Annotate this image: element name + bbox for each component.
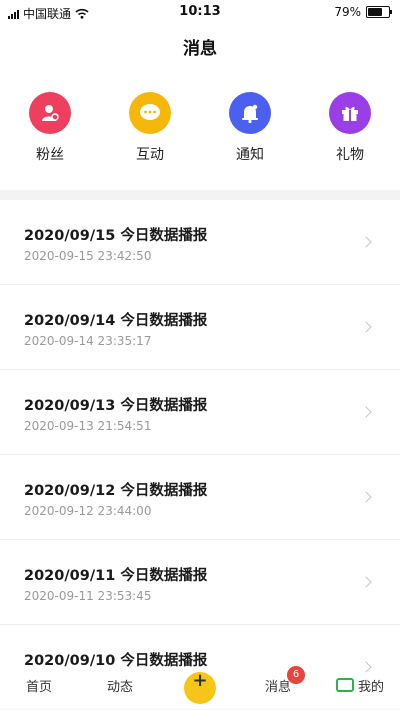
chevron-right-icon	[360, 236, 372, 248]
chevron-right-icon	[360, 576, 372, 588]
chevron-right-icon	[360, 406, 372, 418]
message-list: 2020/09/15 今日数据播报 2020-09-15 23:42:50 20…	[0, 200, 400, 710]
category-label: 互动	[136, 147, 164, 163]
fans-icon	[29, 92, 71, 134]
message-time: 2020-09-11 23:53:45	[24, 589, 152, 603]
chevron-right-icon	[360, 321, 372, 333]
mine-icon	[336, 678, 354, 692]
section-divider	[0, 190, 400, 200]
message-title: 2020/09/13 今日数据播报	[24, 398, 208, 414]
message-title: 2020/09/14 今日数据播报	[24, 313, 208, 329]
category-gift[interactable]: 礼物	[315, 92, 385, 164]
category-label: 粉丝	[36, 147, 64, 163]
list-item[interactable]: 2020/09/13 今日数据播报 2020-09-13 21:54:51	[0, 370, 400, 455]
tab-feed[interactable]: 动态	[107, 676, 133, 695]
list-item[interactable]: 2020/09/12 今日数据播报 2020-09-12 23:44:00	[0, 455, 400, 540]
category-notice[interactable]: 通知	[215, 92, 285, 164]
gift-icon	[329, 92, 371, 134]
category-label: 礼物	[336, 147, 364, 163]
battery-percent: 79%	[334, 5, 361, 19]
bell-icon	[229, 92, 271, 134]
status-bar: 中国联通 10:13 79%	[0, 0, 400, 24]
chevron-right-icon	[360, 491, 372, 503]
page-title: 消息	[183, 39, 217, 59]
category-interaction[interactable]: 互动	[115, 92, 185, 164]
publish-button[interactable]: +	[184, 672, 216, 704]
chat-bubble-icon	[129, 92, 171, 134]
message-time: 2020-09-12 23:44:00	[24, 504, 152, 518]
category-label: 通知	[236, 147, 264, 163]
message-title: 2020/09/10 今日数据播报	[24, 653, 208, 669]
category-row: 粉丝 互动 通知 礼物	[0, 92, 400, 172]
list-item[interactable]: 2020/09/15 今日数据播报 2020-09-15 23:42:50	[0, 200, 400, 285]
message-badge: 6	[287, 666, 305, 684]
status-right: 79%	[334, 5, 392, 19]
tab-mine[interactable]: 我的	[358, 676, 384, 695]
message-time: 2020-09-15 23:42:50	[24, 249, 152, 263]
message-title: 2020/09/12 今日数据播报	[24, 483, 208, 499]
plus-icon: +	[192, 670, 208, 691]
category-fans[interactable]: 粉丝	[15, 92, 85, 164]
list-item[interactable]: 2020/09/11 今日数据播报 2020-09-11 23:53:45	[0, 540, 400, 625]
battery-fill	[368, 8, 383, 16]
message-title: 2020/09/11 今日数据播报	[24, 568, 208, 584]
list-item[interactable]: 2020/09/14 今日数据播报 2020-09-14 23:35:17	[0, 285, 400, 370]
battery-icon	[366, 6, 392, 18]
chevron-right-icon	[360, 661, 372, 673]
message-time: 2020-09-13 21:54:51	[24, 419, 152, 433]
message-title: 2020/09/15 今日数据播报	[24, 228, 208, 244]
tab-home[interactable]: 首页	[26, 676, 52, 695]
message-time: 2020-09-14 23:35:17	[24, 334, 152, 348]
